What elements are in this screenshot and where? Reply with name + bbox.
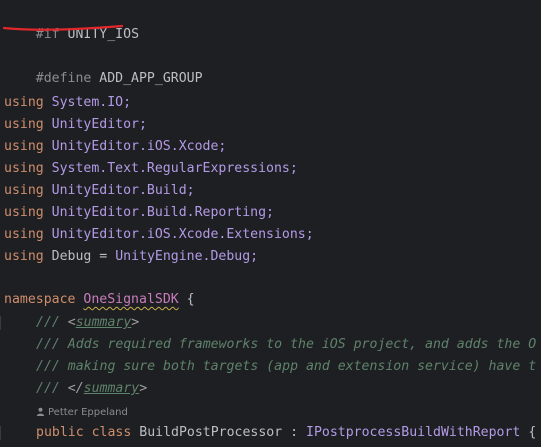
preprocessor-define-keyword: #define: [35, 71, 92, 86]
code-line-using[interactable]: using UnityEditor.Build;: [4, 181, 195, 201]
code-line-namespace[interactable]: namespace OneSignalSDK {: [4, 290, 195, 310]
doc-text: /// Adds required frameworks to the iOS …: [36, 337, 537, 352]
code-editor[interactable]: #if UNITY_IOS #define ADD_APP_GROUP usin…: [0, 0, 541, 447]
code-line-using[interactable]: using System.IO;: [4, 93, 131, 113]
using-keyword: using: [4, 139, 44, 154]
using-keyword: using: [4, 117, 44, 132]
person-icon: [36, 407, 45, 416]
code-line-using[interactable]: using UnityEditor;: [4, 115, 147, 135]
namespace-keyword: namespace: [4, 292, 76, 307]
code-line-define[interactable]: #define ADD_APP_GROUP: [4, 49, 203, 86]
code-line-using[interactable]: using UnityEditor.iOS.Xcode;: [4, 137, 226, 157]
doc-text: /// making sure both targets (app and ex…: [36, 359, 537, 374]
namespace-name: OneSignalSDK: [83, 292, 179, 307]
code-line-using[interactable]: using UnityEditor.Build.Reporting;: [4, 203, 274, 223]
doc-prefix: ///: [36, 381, 68, 396]
author-inlay-hint[interactable]: Petter Eppeland: [36, 406, 128, 420]
doc-tag-lt: <: [67, 315, 76, 330]
using-namespace: System.Text.RegularExpressions;: [51, 161, 298, 176]
using-namespace: System.IO;: [51, 95, 132, 110]
public-keyword: public: [36, 425, 84, 440]
alias-name: Debug: [51, 249, 92, 264]
using-keyword: using: [4, 95, 44, 110]
using-namespace: UnityEditor.Build;: [51, 183, 195, 198]
doc-tag-summary: summary: [75, 315, 132, 330]
class-keyword: class: [91, 425, 132, 440]
namespace-open-brace: {: [178, 292, 195, 307]
red-annotation-underline: [3, 24, 123, 31]
doc-prefix: ///: [36, 315, 68, 330]
using-keyword: using: [4, 249, 44, 264]
using-namespace: UnityEditor.iOS.Xcode.Extensions;: [51, 227, 314, 242]
using-namespace: UnityEditor.iOS.Xcode;: [51, 139, 227, 154]
doc-comment-line[interactable]: /// making sure both targets (app and ex…: [36, 357, 536, 377]
base-interface: IPostprocessBuildWithReport: [306, 425, 521, 440]
using-keyword: using: [4, 227, 44, 242]
doc-tag-gt: >: [139, 381, 148, 396]
code-line-class-decl[interactable]: public class BuildPostProcessor : IPostp…: [36, 423, 536, 443]
doc-tag-summary: summary: [83, 381, 140, 396]
doc-tag-lt: </: [67, 381, 84, 396]
using-namespace: UnityEditor.Build.Reporting;: [51, 205, 274, 220]
using-keyword: using: [4, 205, 44, 220]
code-line-using[interactable]: using UnityEditor.iOS.Xcode.Extensions;: [4, 225, 314, 245]
doc-comment-summary-open[interactable]: /// <summary>: [36, 313, 139, 333]
using-keyword: using: [4, 183, 44, 198]
doc-comment-line[interactable]: /// Adds required frameworks to the iOS …: [36, 335, 536, 355]
code-line-if[interactable]: #if UNITY_IOS: [4, 5, 139, 42]
using-keyword: using: [4, 161, 44, 176]
class-name: BuildPostProcessor: [139, 425, 283, 440]
class-colon: :: [282, 425, 306, 440]
alias-equals: =: [91, 249, 116, 264]
doc-comment-summary-close[interactable]: /// </summary>: [36, 379, 147, 399]
using-namespace: UnityEditor;: [51, 117, 147, 132]
alias-target: UnityEngine.Debug;: [115, 249, 259, 264]
doc-tag-gt: >: [131, 315, 140, 330]
fold-marker[interactable]: [0, 316, 4, 330]
code-line-using-alias[interactable]: using Debug = UnityEngine.Debug;: [4, 247, 258, 267]
class-open-brace: {: [520, 425, 537, 440]
code-line-using[interactable]: using System.Text.RegularExpressions;: [4, 159, 298, 179]
preprocessor-define-symbol: ADD_APP_GROUP: [99, 71, 203, 86]
fold-marker[interactable]: [0, 426, 4, 440]
author-name: Petter Eppeland: [48, 407, 128, 418]
